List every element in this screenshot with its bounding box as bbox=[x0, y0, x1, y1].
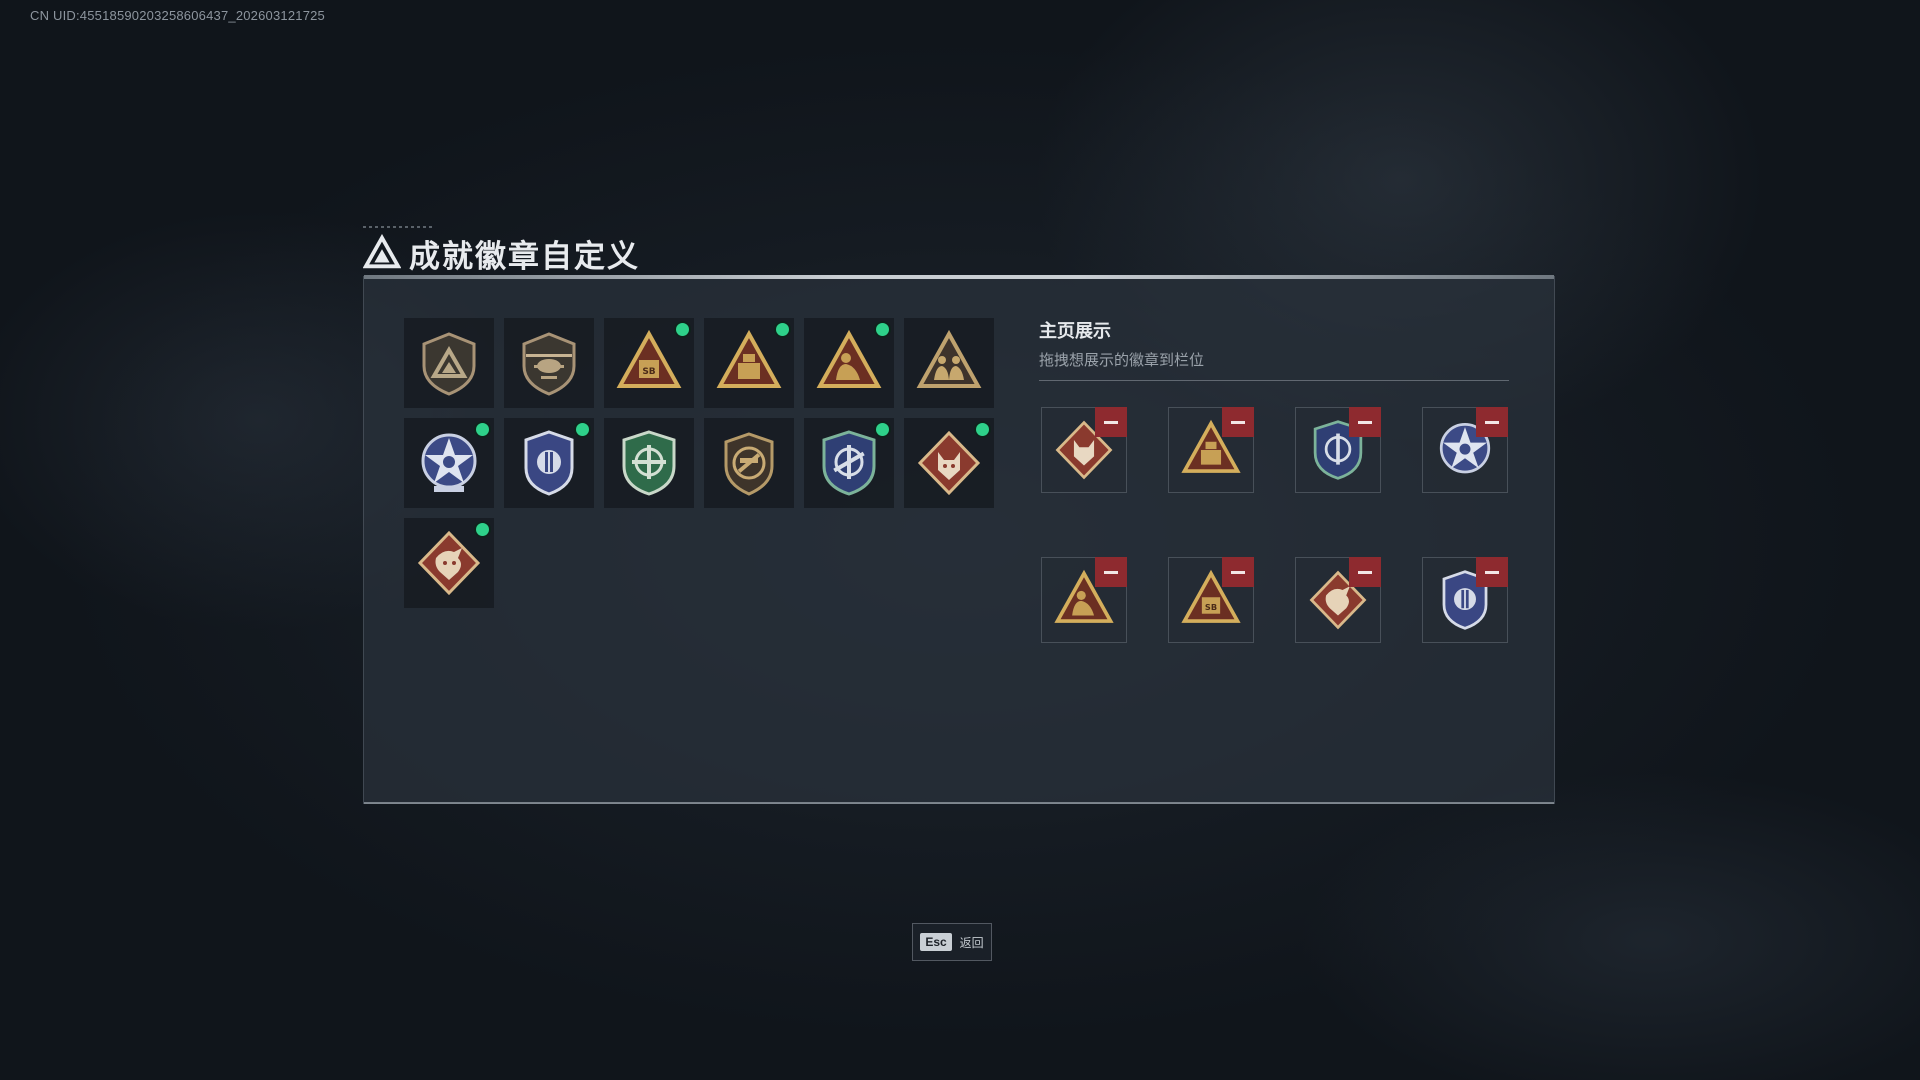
badge-slot[interactable] bbox=[404, 418, 494, 508]
page-title: 成就徽章自定义 bbox=[409, 238, 640, 275]
showcase-slot[interactable] bbox=[1168, 407, 1254, 493]
blue-crosshair-badge-icon bbox=[822, 430, 876, 496]
remove-badge-button[interactable] bbox=[1476, 407, 1508, 437]
badge-slot[interactable] bbox=[504, 418, 594, 508]
panel-bottom-border bbox=[364, 802, 1554, 804]
showcase-slot[interactable] bbox=[1295, 557, 1381, 643]
green-crosshair-badge-icon bbox=[622, 430, 676, 496]
badge-slot[interactable] bbox=[804, 418, 894, 508]
showcase-subtitle: 拖拽想展示的徽章到栏位 bbox=[1039, 351, 1205, 369]
showcase-title: 主页展示 bbox=[1039, 321, 1111, 342]
helicopter-badge-icon bbox=[522, 332, 576, 396]
svg-text:SB: SB bbox=[642, 367, 655, 377]
badge-slot[interactable] bbox=[904, 418, 994, 508]
new-indicator-dot bbox=[976, 423, 989, 436]
badge-slot[interactable]: SB bbox=[604, 318, 694, 408]
remove-badge-button[interactable] bbox=[1095, 557, 1127, 587]
star-emblem-badge-icon bbox=[421, 433, 477, 492]
remove-badge-button[interactable] bbox=[1476, 557, 1508, 587]
svg-text:SB: SB bbox=[1205, 602, 1217, 612]
uid-watermark: CN UID:4551859020325860643​7_20260312172… bbox=[30, 8, 325, 23]
badge-slot[interactable] bbox=[804, 318, 894, 408]
shield-triangle-badge-icon bbox=[422, 332, 476, 396]
wolf-diamond-badge-icon bbox=[917, 430, 981, 496]
remove-badge-button[interactable] bbox=[1095, 407, 1127, 437]
badge-slot[interactable] bbox=[604, 418, 694, 508]
page-header: 成就徽章自定义 bbox=[363, 226, 640, 276]
triangle-squad-badge-icon bbox=[916, 329, 982, 388]
showcase-divider bbox=[1039, 380, 1509, 381]
triangle-sb-badge-icon: SB bbox=[616, 329, 682, 388]
new-indicator-dot bbox=[776, 323, 789, 336]
badge-collection-grid: SB bbox=[404, 318, 994, 608]
triangle-soldier-badge-icon bbox=[816, 329, 882, 388]
showcase-slot[interactable] bbox=[1422, 557, 1508, 643]
police-shield-badge-icon bbox=[524, 430, 574, 496]
badge-slot[interactable] bbox=[904, 318, 994, 408]
showcase-slot[interactable] bbox=[1041, 557, 1127, 643]
remove-badge-button[interactable] bbox=[1222, 557, 1254, 587]
new-indicator-dot bbox=[876, 323, 889, 336]
badge-slot[interactable] bbox=[704, 318, 794, 408]
new-indicator-dot bbox=[676, 323, 689, 336]
remove-badge-button[interactable] bbox=[1349, 407, 1381, 437]
triangle-robot-badge-icon bbox=[716, 329, 782, 388]
dragon-diamond-badge-icon bbox=[417, 530, 481, 596]
esc-key-hint: Esc bbox=[920, 933, 952, 951]
badge-slot[interactable] bbox=[404, 318, 494, 408]
badge-customization-panel: SB 主页展示 拖拽想展示的徽章到栏位 SB bbox=[363, 275, 1555, 804]
showcase-slot[interactable] bbox=[1295, 407, 1381, 493]
remove-badge-button[interactable] bbox=[1349, 557, 1381, 587]
badge-slot[interactable] bbox=[404, 518, 494, 608]
triangle-logo-icon bbox=[363, 234, 401, 269]
showcase-slot[interactable] bbox=[1041, 407, 1127, 493]
showcase-slot[interactable] bbox=[1422, 407, 1508, 493]
new-indicator-dot bbox=[876, 423, 889, 436]
back-button[interactable]: Esc 返回 bbox=[912, 923, 992, 961]
panel-top-border bbox=[364, 275, 1554, 279]
badge-slot[interactable] bbox=[504, 318, 594, 408]
new-indicator-dot bbox=[576, 423, 589, 436]
new-indicator-dot bbox=[476, 523, 489, 536]
back-label: 返回 bbox=[959, 935, 984, 950]
header-decoration bbox=[363, 226, 433, 228]
homepage-showcase: 主页展示 拖拽想展示的徽章到栏位 bbox=[1039, 317, 1509, 381]
showcase-slot[interactable]: SB bbox=[1168, 557, 1254, 643]
no-gun-shield-badge-icon bbox=[724, 432, 774, 496]
badge-slot[interactable] bbox=[704, 418, 794, 508]
new-indicator-dot bbox=[476, 423, 489, 436]
remove-badge-button[interactable] bbox=[1222, 407, 1254, 437]
